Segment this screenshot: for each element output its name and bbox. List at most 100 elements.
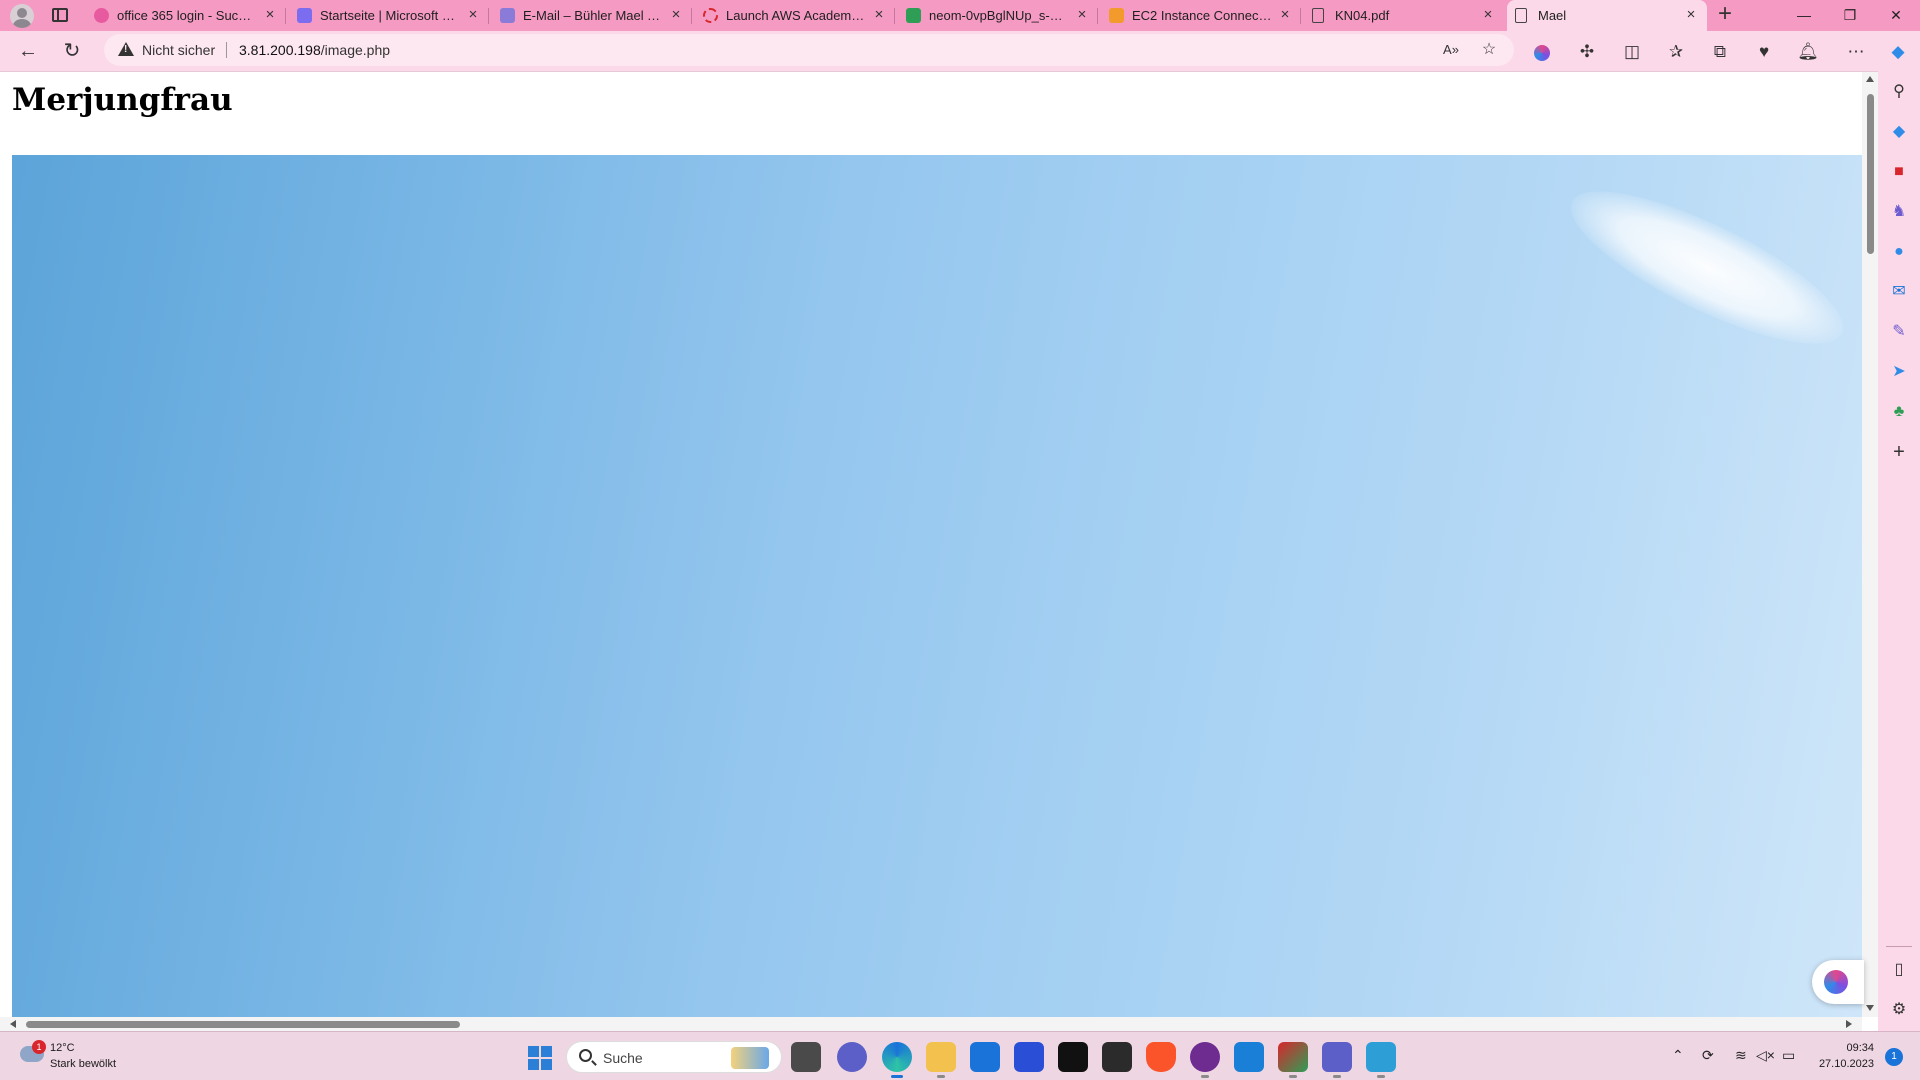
favorites-icon[interactable]: ✰ <box>1664 40 1688 64</box>
clock-date: 27.10.2023 <box>1818 1058 1874 1070</box>
sidebar-tree-icon[interactable]: ♣ <box>1887 400 1911 424</box>
address-bar[interactable]: Nicht sicher 3.81.200.198/image.php A» ☆ <box>104 34 1514 66</box>
show-hidden-icons-chevron-icon[interactable]: ⌃ <box>1672 1047 1684 1064</box>
sidebar-add-icon[interactable]: + <box>1887 440 1911 464</box>
minimize-button[interactable]: — <box>1781 0 1827 31</box>
vertical-scrollbar[interactable] <box>1862 72 1878 1017</box>
copilot-icon[interactable] <box>1530 40 1554 64</box>
microsoft-store-icon[interactable] <box>970 1042 1000 1072</box>
split-screen-icon[interactable]: ◫ <box>1620 40 1644 64</box>
close-tab-icon[interactable]: × <box>1480 6 1496 24</box>
sidebar-tools-icon[interactable]: ■ <box>1887 160 1911 184</box>
back-button[interactable]: ← <box>13 37 43 65</box>
close-window-button[interactable]: ✕ <box>1873 0 1919 31</box>
tab-unsplash-image[interactable]: neom-0vpBglNUp_s-unspl × <box>898 0 1098 31</box>
teams-icon[interactable] <box>1322 1042 1352 1078</box>
page-viewport: Merjungfrau <box>0 71 1878 1031</box>
windows-start-icon[interactable] <box>528 1046 552 1070</box>
tab-aws-academy[interactable]: Launch AWS Academy Lea × <box>695 0 895 31</box>
terminal-icon[interactable] <box>1102 1042 1132 1072</box>
vscode-icon[interactable] <box>1234 1042 1264 1072</box>
profile-avatar-icon[interactable] <box>10 4 34 28</box>
weather-badge: 1 <box>32 1040 46 1054</box>
performance-icon[interactable]: ♥ <box>1752 40 1776 64</box>
brave-browser-icon[interactable] <box>1146 1042 1176 1072</box>
tab-office-login[interactable]: office 365 login - Suchen × <box>86 0 286 31</box>
read-aloud-icon[interactable]: A» <box>1440 39 1462 61</box>
notifications-bell-icon[interactable]: 🔔︎ <box>1796 40 1820 64</box>
horizontal-scrollbar[interactable] <box>0 1017 1862 1031</box>
sidebar-drop-icon[interactable]: ➤ <box>1887 360 1911 384</box>
close-tab-icon[interactable]: × <box>262 6 278 24</box>
sync-icon[interactable]: ⟳ <box>1702 1047 1714 1064</box>
close-tab-icon[interactable]: × <box>1074 6 1090 24</box>
close-tab-icon[interactable]: × <box>465 6 481 24</box>
image-icon <box>906 8 921 23</box>
close-tab-icon[interactable]: × <box>1683 6 1699 24</box>
sidebar-shopping-icon[interactable]: ◆ <box>1887 120 1911 144</box>
tab-pdf[interactable]: KN04.pdf × <box>1304 0 1504 31</box>
notification-center-badge[interactable]: 1 <box>1885 1048 1903 1066</box>
apple-tv-icon[interactable] <box>1058 1042 1088 1072</box>
tab-separator <box>1097 8 1098 24</box>
sidebar-microsoft365-icon[interactable]: ● <box>1887 240 1911 264</box>
warning-icon[interactable] <box>118 42 134 56</box>
favorite-star-icon[interactable]: ☆ <box>1478 39 1500 61</box>
vertical-scroll-thumb[interactable] <box>1867 94 1874 254</box>
teams-chat-icon[interactable] <box>837 1042 867 1072</box>
security-status[interactable]: Nicht sicher <box>142 42 215 58</box>
sidebar-games-icon[interactable]: ♞ <box>1887 200 1911 224</box>
volume-muted-icon[interactable]: ◁× <box>1756 1047 1775 1064</box>
outlook-icon <box>500 8 515 23</box>
edge-browser-icon[interactable] <box>882 1042 912 1078</box>
refresh-button[interactable]: ↻ <box>57 37 87 65</box>
tab-label: KN04.pdf <box>1335 8 1390 23</box>
more-options-icon[interactable]: ⋯ <box>1844 40 1868 64</box>
battery-icon[interactable]: ▭ <box>1782 1047 1795 1064</box>
weather-temperature[interactable]: 12°C <box>50 1042 75 1054</box>
notepad-icon[interactable] <box>1366 1042 1396 1078</box>
sidebar-search-icon[interactable]: ⚲ <box>1887 80 1911 104</box>
restore-button[interactable]: ❐ <box>1827 0 1873 31</box>
scroll-right-arrow-icon[interactable] <box>1846 1020 1852 1028</box>
sidebar-layout-icon[interactable]: ▯ <box>1887 958 1911 982</box>
tab-mael-active[interactable]: Mael × <box>1507 0 1707 31</box>
tab-email[interactable]: E-Mail – Bühler Mael Theo × <box>492 0 692 31</box>
pdf-icon <box>1312 8 1324 23</box>
scroll-down-arrow-icon[interactable] <box>1866 1005 1874 1011</box>
taskbar-search-input[interactable]: Suche <box>566 1041 782 1073</box>
wifi-icon[interactable]: ≋ <box>1735 1047 1747 1064</box>
close-tab-icon[interactable]: × <box>668 6 684 24</box>
tab-ec2-connect[interactable]: EC2 Instance Connect | us × <box>1101 0 1301 31</box>
github-desktop-icon[interactable] <box>1190 1042 1220 1078</box>
tab-label: neom-0vpBglNUp_s-unspl <box>929 8 1069 23</box>
tab-separator <box>691 8 692 24</box>
collections-icon[interactable]: ⧉ <box>1708 40 1732 64</box>
copilot-sidebar-icon[interactable]: ◆ <box>1886 40 1910 64</box>
sidebar-settings-gear-icon[interactable]: ⚙ <box>1887 998 1911 1022</box>
editor-app-icon[interactable] <box>1014 1042 1044 1072</box>
horizontal-scroll-thumb[interactable] <box>26 1021 460 1028</box>
weather-description[interactable]: Stark bewölkt <box>50 1058 116 1070</box>
aws-academy-icon <box>703 8 718 23</box>
taskbar-clock[interactable]: 09:34 27.10.2023 <box>1810 1040 1874 1072</box>
tab-separator <box>894 8 895 24</box>
task-view-icon[interactable] <box>791 1042 821 1072</box>
file-explorer-icon[interactable] <box>926 1042 956 1078</box>
scroll-left-arrow-icon[interactable] <box>10 1020 16 1028</box>
close-tab-icon[interactable]: × <box>871 6 887 24</box>
aws-icon <box>1109 8 1124 23</box>
extensions-icon[interactable]: ✣ <box>1575 40 1599 64</box>
copilot-floating-button[interactable] <box>1812 960 1864 1004</box>
tab-actions-icon[interactable] <box>52 8 68 22</box>
tab-label: Startseite | Microsoft 365 <box>320 8 460 23</box>
close-tab-icon[interactable]: × <box>1277 6 1293 24</box>
scroll-up-arrow-icon[interactable] <box>1866 76 1874 82</box>
sidebar-outlook-icon[interactable]: ✉ <box>1887 280 1911 304</box>
tab-microsoft365[interactable]: Startseite | Microsoft 365 × <box>289 0 489 31</box>
sidebar-designer-icon[interactable]: ✎ <box>1887 320 1911 344</box>
url-text[interactable]: 3.81.200.198/image.php <box>239 42 390 58</box>
new-tab-button[interactable]: + <box>1711 2 1739 27</box>
tab-strip: office 365 login - Suchen × Startseite |… <box>0 0 1920 31</box>
snipping-tool-icon[interactable] <box>1278 1042 1308 1078</box>
